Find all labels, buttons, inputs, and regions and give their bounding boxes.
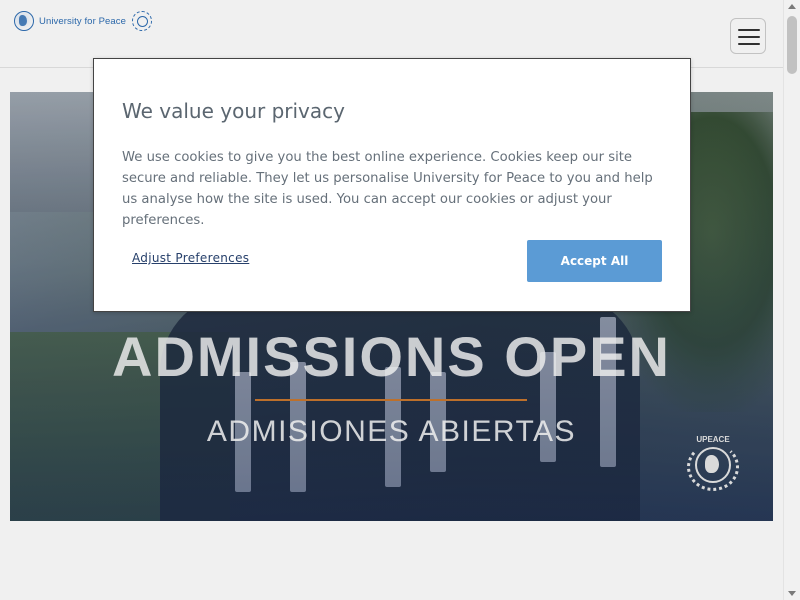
dialog-title: We value your privacy — [122, 99, 345, 123]
cookie-consent-dialog: We value your privacy We use cookies to … — [93, 58, 691, 312]
scroll-up-arrow-icon[interactable] — [788, 4, 796, 9]
adjust-preferences-link[interactable]: Adjust Preferences — [132, 251, 249, 265]
dialog-body-text: We use cookies to give you the best onli… — [122, 150, 653, 228]
page-scrollbar[interactable] — [783, 0, 800, 600]
scroll-down-arrow-icon[interactable] — [788, 591, 796, 596]
scrollbar-thumb[interactable] — [787, 16, 797, 74]
accept-all-button[interactable]: Accept All — [527, 240, 662, 282]
